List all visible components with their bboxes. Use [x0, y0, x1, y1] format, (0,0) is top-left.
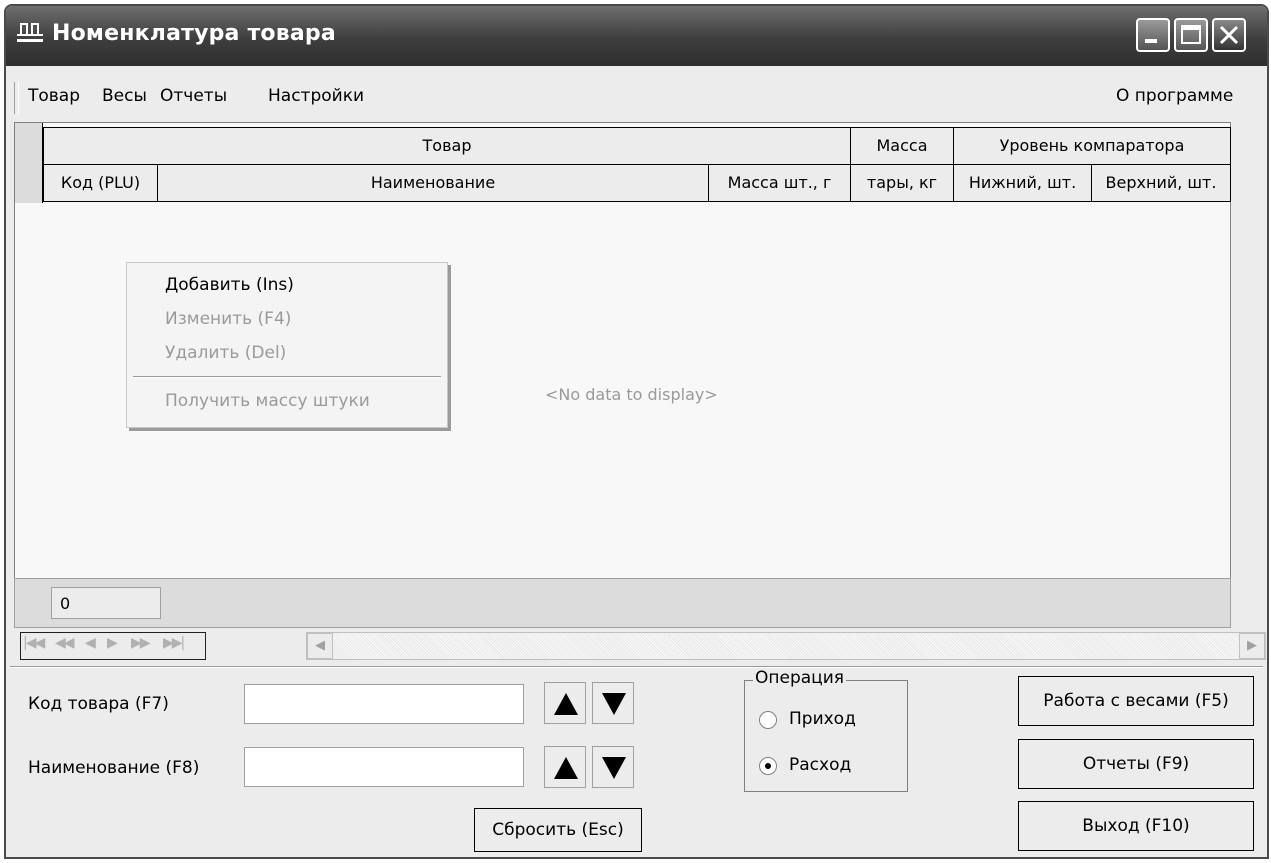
navigation-bar: |◀◀ ◀◀ ◀ ▶ ▶▶ ▶▶| ◀ ▶ [14, 628, 1266, 664]
column-header-lower[interactable]: Нижний, шт. [953, 164, 1092, 202]
radio-prihod[interactable] [759, 711, 777, 729]
maximize-button[interactable] [1174, 18, 1208, 52]
arrow-up-icon [554, 693, 578, 715]
menu-item-tovar[interactable]: Товар [28, 86, 80, 106]
band-header-tovar[interactable]: Товар [43, 127, 851, 165]
title-bar[interactable]: Номенклатура товара [6, 6, 1267, 66]
column-header-name[interactable]: Наименование [157, 164, 709, 202]
name-search-input[interactable] [244, 747, 524, 787]
name-search-label: Наименование (F8) [28, 758, 200, 778]
code-search-up-button[interactable] [544, 682, 586, 724]
menu-item-otchety[interactable]: Отчеты [160, 86, 227, 106]
band-header-massa[interactable]: Масса [850, 127, 954, 165]
column-header-tare[interactable]: тары, кг [850, 164, 954, 202]
next-page-icon[interactable]: ▶▶ [131, 635, 150, 651]
menu-item-nastroyki[interactable]: Настройки [268, 86, 364, 106]
context-menu-get-unit-mass: Получить массу штуки [165, 391, 370, 411]
empty-grid-message: <No data to display> [545, 385, 718, 404]
minimize-icon [1145, 39, 1157, 43]
radio-prihod-label[interactable]: Приход [789, 709, 856, 729]
next-record-icon[interactable]: ▶ [107, 635, 118, 651]
reset-button[interactable]: Сбросить (Esc) [474, 808, 642, 852]
band-header-comparator[interactable]: Уровень компаратора [953, 127, 1231, 165]
row-indicator-column [15, 123, 43, 203]
radio-rashod[interactable] [759, 757, 777, 775]
minimize-button[interactable] [1136, 18, 1170, 52]
separator [10, 666, 1263, 668]
operation-group-title: Операция [753, 668, 847, 688]
close-button[interactable] [1212, 18, 1246, 52]
name-search-up-button[interactable] [544, 746, 586, 788]
grid-footer: 0 [14, 578, 1231, 628]
scroll-right-icon[interactable]: ▶ [1239, 633, 1265, 659]
first-record-icon[interactable]: |◀◀ [23, 635, 45, 651]
menu-grip[interactable] [14, 82, 19, 114]
menu-item-vesy[interactable]: Весы [102, 86, 147, 106]
menu-bar: Товар Весы Отчеты Настройки О программе [6, 66, 1267, 122]
close-icon [1219, 25, 1239, 45]
scales-app-icon [17, 23, 43, 42]
code-search-input[interactable] [244, 684, 524, 724]
context-menu-add[interactable]: Добавить (Ins) [165, 275, 294, 295]
column-header-upper[interactable]: Верхний, шт. [1091, 164, 1231, 202]
column-header-unit-mass[interactable]: Масса шт., г [708, 164, 851, 202]
scroll-left-icon[interactable]: ◀ [307, 633, 333, 659]
reports-button[interactable]: Отчеты (F9) [1018, 739, 1254, 789]
arrow-down-icon [602, 757, 626, 779]
name-search-down-button[interactable] [592, 746, 634, 788]
window-title: Номенклатура товара [52, 21, 336, 46]
radio-rashod-label[interactable]: Расход [789, 755, 851, 775]
exit-button[interactable]: Выход (F10) [1018, 801, 1254, 851]
code-search-label: Код товара (F7) [28, 694, 169, 714]
maximize-icon [1181, 25, 1201, 44]
menu-item-about[interactable]: О программе [1116, 86, 1233, 106]
last-record-icon[interactable]: ▶▶| [163, 635, 185, 651]
main-window: Номенклатура товара Товар Весы Отчеты На… [4, 4, 1269, 859]
column-header-code[interactable]: Код (PLU) [43, 164, 158, 202]
prev-page-icon[interactable]: ◀◀ [55, 635, 74, 651]
radio-selected-dot [765, 763, 771, 769]
context-menu: Добавить (Ins) Изменить (F4) Удалить (De… [126, 262, 448, 428]
context-menu-separator [133, 376, 441, 378]
arrow-up-icon [554, 757, 578, 779]
operation-group: Операция Приход Расход [744, 668, 908, 792]
arrow-down-icon [602, 693, 626, 715]
prev-record-icon[interactable]: ◀ [85, 635, 96, 651]
footer-count: 0 [51, 587, 161, 619]
context-menu-delete: Удалить (Del) [165, 343, 287, 363]
horizontal-scrollbar[interactable]: ◀ ▶ [306, 632, 1266, 660]
record-navigator[interactable]: |◀◀ ◀◀ ◀ ▶ ▶▶ ▶▶| [20, 632, 206, 660]
code-search-down-button[interactable] [592, 682, 634, 724]
scales-button[interactable]: Работа с весами (F5) [1018, 676, 1254, 726]
context-menu-edit: Изменить (F4) [165, 309, 292, 329]
